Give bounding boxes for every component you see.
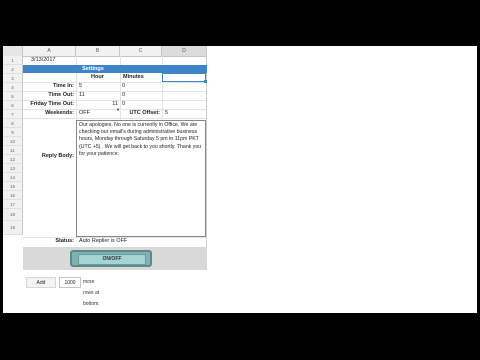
row-header[interactable]: 16	[3, 191, 23, 200]
gridline	[206, 56, 207, 270]
column-header-b[interactable]: B	[76, 46, 120, 56]
selected-cell[interactable]	[162, 73, 206, 82]
reply-body-textarea[interactable]: Our apologies, No one is currently in Of…	[76, 120, 206, 237]
status-value: Auto Replier is OFF	[79, 238, 128, 244]
row-header[interactable]: 12	[3, 155, 23, 164]
column-header-c[interactable]: C	[120, 46, 162, 56]
row-header[interactable]: 19	[3, 221, 23, 235]
add-rows-label: more rows at bottom.	[83, 279, 100, 307]
settings-title: Settings	[82, 66, 104, 72]
toggle-label: ON/OFF	[78, 254, 146, 265]
weekends-dropdown[interactable]: OFF	[79, 109, 90, 118]
column-header-d[interactable]: D	[162, 46, 207, 56]
date-cell[interactable]: 3/13/2017	[31, 56, 55, 65]
time-in-minutes[interactable]: 0	[122, 82, 125, 91]
add-rows-count-input[interactable]: 1000	[59, 277, 81, 288]
utc-offset-label: UTC Offset:	[129, 110, 160, 116]
select-all-corner[interactable]	[3, 46, 23, 56]
friday-time-out-label: Friday Time Out:	[30, 101, 74, 107]
row-header[interactable]: 13	[3, 164, 23, 173]
minutes-header: Minutes	[123, 74, 144, 80]
on-off-toggle-button[interactable]: ON/OFF	[70, 250, 152, 267]
fill-handle[interactable]	[204, 80, 207, 83]
friday-time-out-minutes[interactable]: 0	[122, 100, 125, 109]
time-out-label: Time Out:	[48, 92, 74, 98]
row-header[interactable]: 3	[3, 74, 23, 83]
spreadsheet-viewport: A B C D 1 2 3 4 5 6 7 8 9 10 11 12 13 14…	[3, 46, 477, 313]
time-in-label: Time In:	[53, 83, 74, 89]
gridline	[23, 118, 207, 119]
row-header[interactable]: 18	[3, 209, 23, 221]
row-header[interactable]: 8	[3, 119, 23, 128]
row-header[interactable]: 7	[3, 110, 23, 119]
hour-header: Hour	[91, 74, 104, 80]
row-header[interactable]: 4	[3, 83, 23, 92]
row-header[interactable]: 14	[3, 173, 23, 182]
row-header[interactable]: 9	[3, 128, 23, 137]
row-header[interactable]: 11	[3, 146, 23, 155]
row-header[interactable]: 6	[3, 101, 23, 110]
utc-offset-value[interactable]: 5	[165, 109, 168, 118]
reply-body-label: Reply Body:	[41, 153, 74, 159]
row-header[interactable]: 15	[3, 182, 23, 191]
time-out-hour[interactable]: 11	[79, 91, 85, 100]
settings-header-bar: Settings	[23, 65, 207, 73]
time-out-minutes[interactable]: 0	[122, 91, 125, 100]
row-header[interactable]: 17	[3, 200, 23, 209]
column-header-a[interactable]: A	[23, 46, 76, 56]
time-in-hour[interactable]: 5	[79, 82, 82, 91]
row-header[interactable]: 5	[3, 92, 23, 101]
reply-body-text: Our apologies, No one is currently in Of…	[79, 122, 202, 157]
weekends-label: Weekends:	[45, 110, 74, 116]
row-header[interactable]: 10	[3, 137, 23, 146]
add-rows-button[interactable]: Add	[26, 277, 56, 288]
row-header[interactable]: 2	[3, 65, 23, 74]
row-header[interactable]: 1	[3, 56, 23, 65]
friday-time-out-hour[interactable]: 11	[76, 100, 118, 109]
status-label: Status:	[55, 238, 74, 244]
